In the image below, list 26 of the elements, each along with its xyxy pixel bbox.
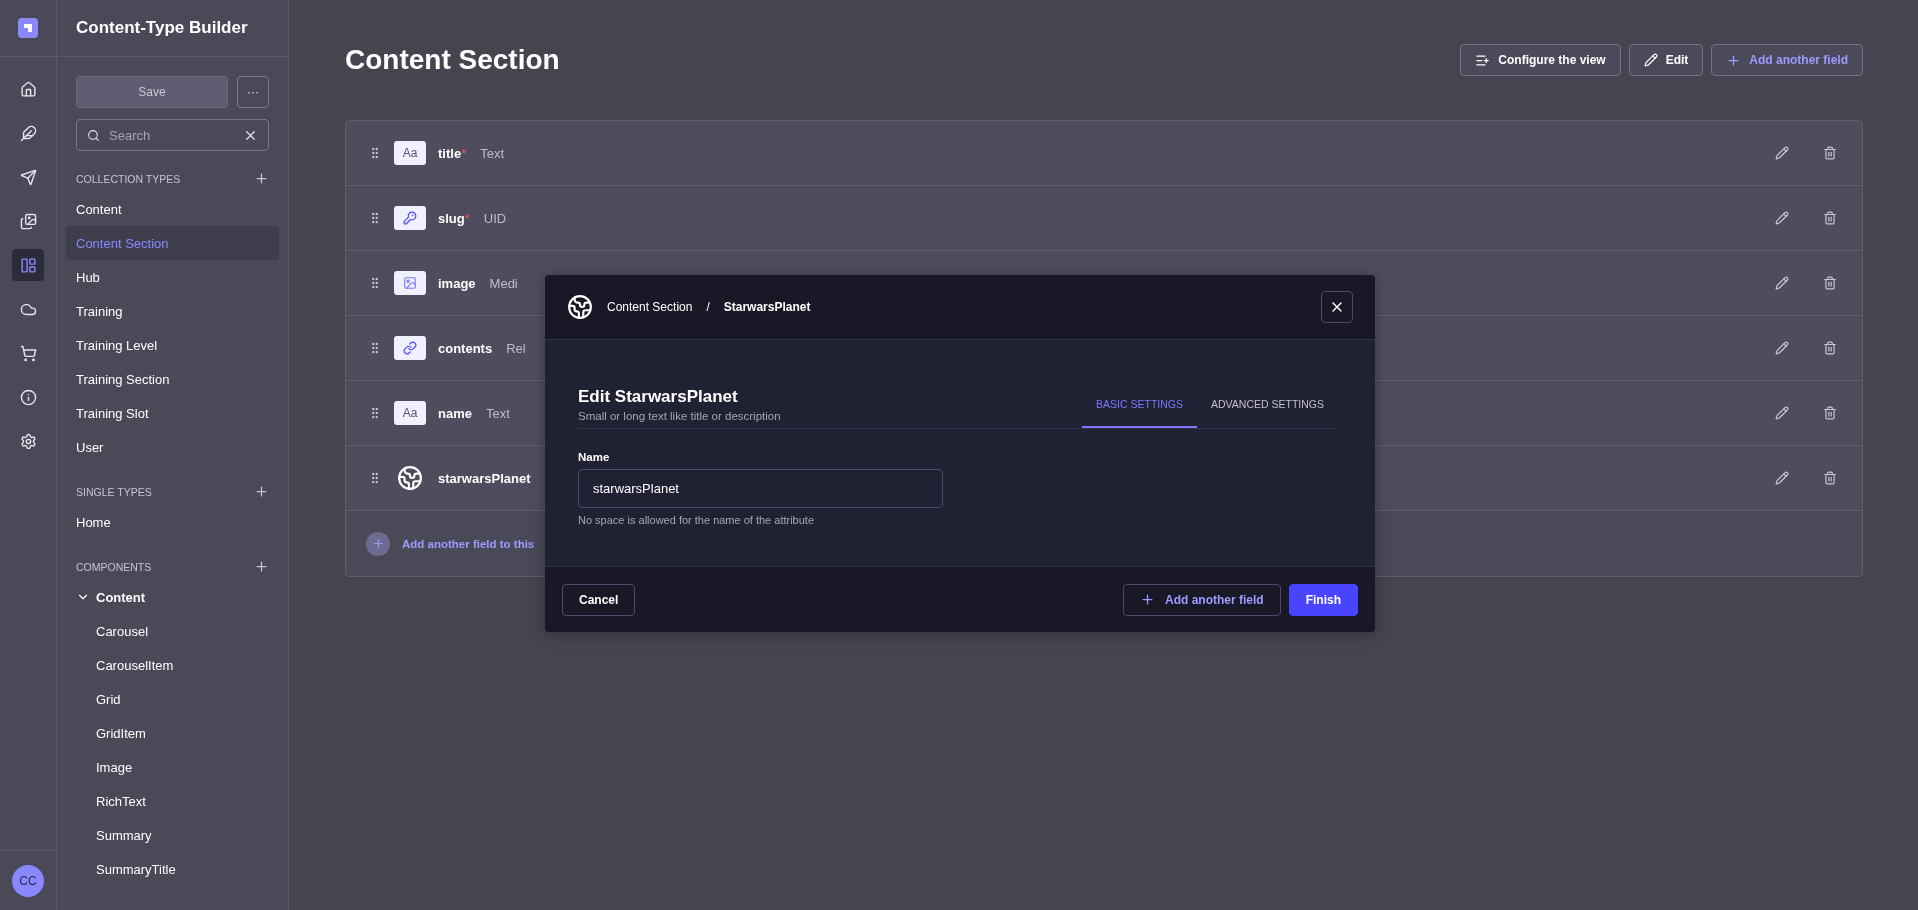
section-heading: COLLECTION TYPES <box>76 172 181 185</box>
field-type: Text <box>480 145 505 161</box>
breadcrumb-separator: / <box>706 300 710 314</box>
sidebar-title: Content-Type Builder <box>57 0 288 57</box>
dialog-subtitle: Small or long text like title or description <box>578 410 781 422</box>
required-icon: * <box>464 210 470 226</box>
page-title: Content Section <box>345 44 560 76</box>
field-name: starwarsPlanet <box>438 470 531 486</box>
field-type: Medi <box>489 275 518 291</box>
dialog-title: Edit StarwarsPlanet <box>578 387 739 407</box>
breadcrumb-item: StarwarsPlanet <box>723 300 811 314</box>
field-type: Text <box>485 405 510 421</box>
field-name: slug <box>438 210 465 226</box>
field-type: Rel <box>506 340 526 356</box>
field-label: Name <box>578 451 611 463</box>
field-name: title <box>438 145 462 161</box>
required-icon: * <box>461 145 467 161</box>
field-hint: No space is allowed for the name of the attribute <box>578 514 816 526</box>
text-type-icon: Aa <box>394 141 426 165</box>
field-type: UID <box>483 210 507 226</box>
field-name: name <box>438 405 472 421</box>
section-heading: COMPONENTS <box>76 560 152 573</box>
field-name: image <box>438 275 476 291</box>
section-heading: SINGLE TYPES <box>76 485 152 498</box>
text-type-icon: Aa <box>394 401 426 425</box>
field-name: contents <box>438 340 493 356</box>
